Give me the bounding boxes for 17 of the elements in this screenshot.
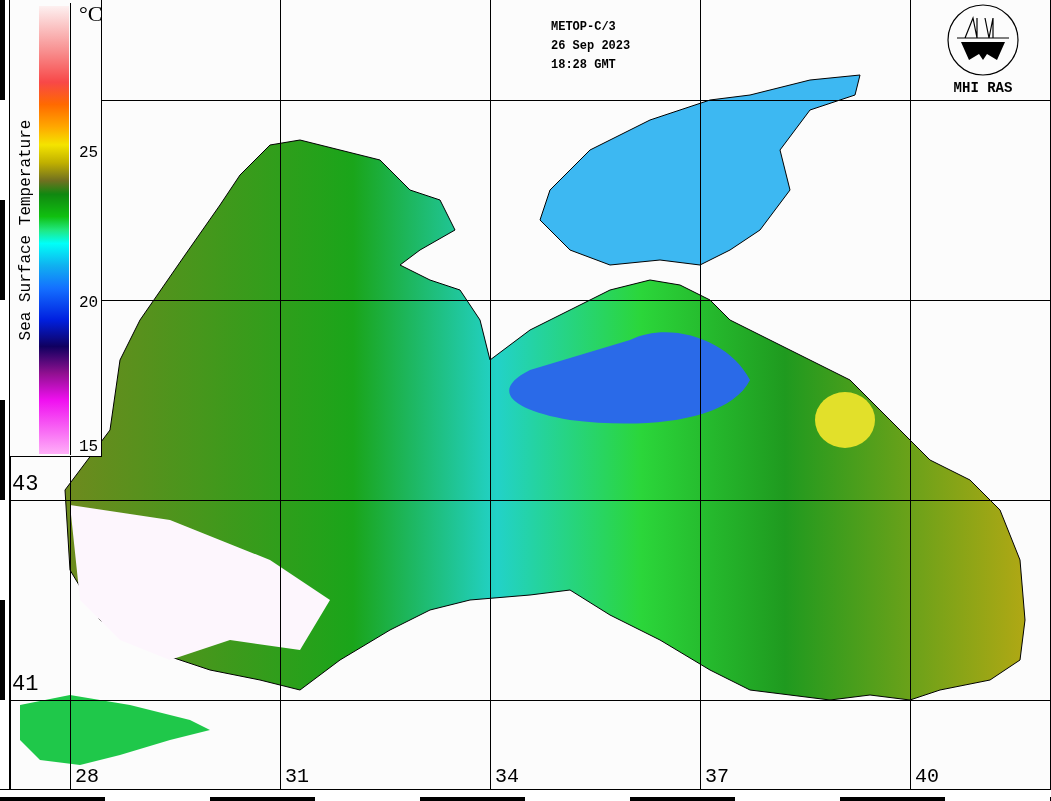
longitude-label: 37 [705, 767, 729, 787]
longitude-label: 28 [75, 767, 99, 787]
header-text: 26 Sep 2023 [551, 39, 631, 54]
legend-title: Sea Surface Temperature [17, 118, 35, 343]
header-text: 18:28 GMT [551, 58, 617, 73]
header-text: METOP-C/3 [551, 20, 617, 35]
longitude-label: 34 [495, 767, 519, 787]
scale-label: 20 [79, 295, 99, 311]
latitude-label: 43 [12, 474, 39, 496]
longitude-label: 40 [915, 767, 939, 787]
logo-text: MHI RAS [953, 80, 1013, 96]
unit-label: °C [79, 3, 103, 25]
latitude-label: 41 [12, 674, 39, 696]
logo-icon [947, 4, 1019, 76]
longitude-label: 31 [285, 767, 309, 787]
scale-label: 15 [79, 439, 99, 455]
scale-label: 25 [79, 145, 99, 161]
